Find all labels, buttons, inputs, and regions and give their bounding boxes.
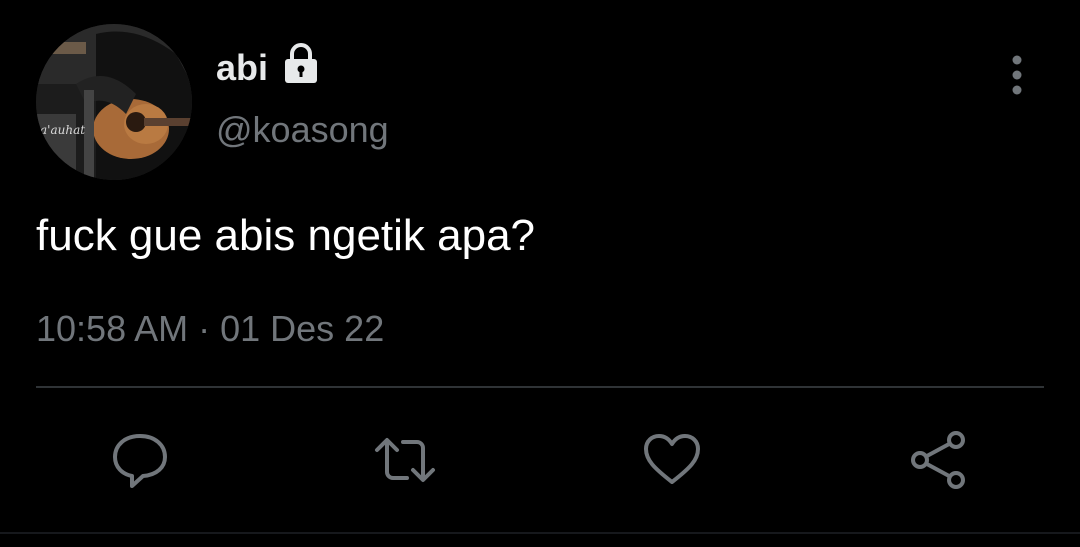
timestamp[interactable]: 10:58 AM · 01 Des 22 [36,307,384,351]
avatar[interactable]: a'auhat [36,24,192,180]
retweet-button[interactable] [373,428,437,492]
share-icon [911,431,965,489]
like-button[interactable] [640,428,704,492]
divider [36,386,1044,388]
share-button[interactable] [906,428,970,492]
tweet-time: 10:58 AM [36,308,189,349]
bottom-divider [0,532,1080,534]
lock-icon [279,42,323,84]
reply-button[interactable] [108,428,172,492]
tweet-card: a'auhat abi @koasong fuck gue abis ngeti… [0,0,1080,547]
handle[interactable]: @koasong [216,108,389,152]
heart-icon [644,434,700,484]
avatar-image: a'auhat [36,24,192,180]
retweet-icon [375,438,435,482]
tweet-date: 01 Des 22 [220,308,385,349]
more-options-icon[interactable] [1000,52,1034,98]
timestamp-separator: · [198,308,211,349]
tweet-text: fuck gue abis ngetik apa? [36,211,536,260]
display-name[interactable]: abi [216,46,268,90]
speech-bubble-icon [113,434,167,488]
svg-text:a'auhat: a'auhat [40,123,85,137]
